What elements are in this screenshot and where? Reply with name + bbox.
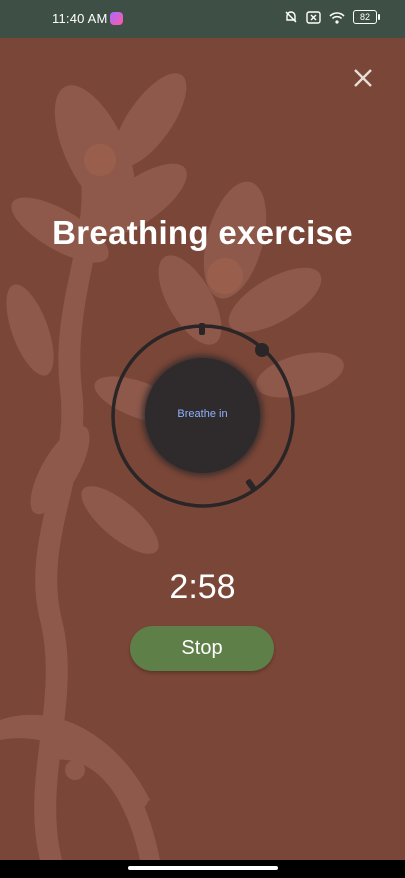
mute-bell-icon [285, 11, 297, 23]
stop-button[interactable]: Stop [130, 626, 274, 671]
countdown-timer: 2:58 [169, 568, 236, 606]
status-bar: 11:40 AM 82 [0, 0, 405, 38]
breathing-exercise-screen: 11:40 AM 82 Breathing exercise Breathe i… [0, 0, 405, 878]
page-title: Breathing exercise [52, 214, 353, 251]
ring-start-marker [199, 323, 205, 335]
ring-progress-dot [255, 343, 269, 357]
dismiss-icon [306, 10, 321, 24]
close-button[interactable] [351, 66, 375, 90]
status-icons: 82 [284, 10, 380, 24]
wifi-icon [329, 11, 345, 24]
battery-icon: 82 [353, 10, 380, 24]
navigation-bar [0, 860, 405, 878]
status-time: 11:40 AM [52, 11, 108, 26]
messenger-icon [110, 12, 123, 25]
home-indicator[interactable] [128, 866, 278, 870]
close-icon [354, 69, 372, 87]
breath-instruction: Breathe in [177, 408, 228, 420]
